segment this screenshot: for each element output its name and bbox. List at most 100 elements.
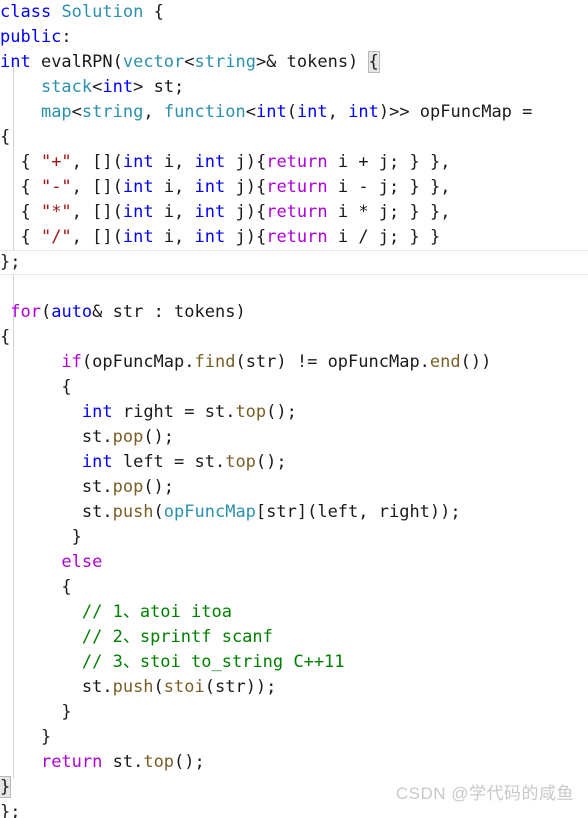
code-token: < xyxy=(245,102,256,122)
code-token: top xyxy=(225,452,256,472)
code-token: : xyxy=(61,27,72,47)
code-line[interactable]: st.push(opFuncMap[str](left, right)); xyxy=(0,500,588,525)
code-line[interactable]: class Solution { xyxy=(0,0,588,25)
code-line[interactable]: // 1、atoi itoa xyxy=(0,600,588,625)
code-token: } xyxy=(0,776,12,798)
code-line[interactable]: } xyxy=(0,725,588,750)
code-line[interactable] xyxy=(0,275,588,300)
csdn-watermark: CSDN @学代码的咸鱼 xyxy=(395,784,574,803)
code-editor[interactable]: class Solution {public: int evalRPN(vecto… xyxy=(0,0,588,818)
code-line[interactable]: return st.top(); xyxy=(0,750,588,775)
code-token: (); xyxy=(143,427,175,447)
code-token: >& tokens) xyxy=(255,52,369,72)
code-line[interactable]: { "-", [](int i, int j){return i - j; } … xyxy=(0,175,588,200)
code-token: i - j; } }, xyxy=(327,177,451,197)
code-line[interactable]: stack<int> st; xyxy=(0,75,588,100)
code-line[interactable]: else xyxy=(0,550,588,575)
code-line[interactable]: { "/", [](int i, int j){return i / j; } … xyxy=(0,225,588,250)
code-line[interactable]: } xyxy=(0,700,588,725)
code-token: auto xyxy=(51,302,93,322)
code-line[interactable]: { xyxy=(0,125,588,150)
code-line[interactable]: int evalRPN(vector<string>& tokens) { xyxy=(0,50,588,75)
code-token: )>> opFuncMap = xyxy=(378,102,533,122)
code-token: , []( xyxy=(71,152,123,172)
code-token: ()) xyxy=(460,352,492,372)
code-token: string xyxy=(194,52,256,72)
code-area[interactable]: class Solution {public: int evalRPN(vecto… xyxy=(0,0,588,818)
code-token: i / j; } } xyxy=(327,227,441,247)
code-line[interactable]: public: xyxy=(0,25,588,50)
code-line[interactable]: st.push(stoi(str)); xyxy=(0,675,588,700)
code-token: ( xyxy=(286,102,297,122)
code-token: }; xyxy=(0,252,21,272)
code-token: end xyxy=(429,352,461,372)
code-token: st. xyxy=(0,477,113,497)
code-token: function xyxy=(163,102,246,122)
code-token: { xyxy=(0,177,41,197)
code-line[interactable]: st.pop(); xyxy=(0,475,588,500)
code-token: int xyxy=(194,202,226,222)
code-token: , xyxy=(327,102,349,122)
code-token: string xyxy=(81,102,144,122)
code-token: int xyxy=(348,102,379,122)
code-token: < xyxy=(71,102,82,122)
code-line[interactable]: map<string, function<int(int, int)>> opF… xyxy=(0,100,588,125)
code-line[interactable]: { xyxy=(0,325,588,350)
code-line[interactable]: { xyxy=(0,375,588,400)
code-line[interactable]: // 3、stoi to_string C++11 xyxy=(0,650,588,675)
code-token: { xyxy=(0,327,11,347)
code-token: "/" xyxy=(40,227,72,247)
code-token: evalRPN( xyxy=(30,52,123,72)
code-token: st. xyxy=(0,677,113,697)
code-token: ( xyxy=(153,502,164,522)
code-token: int xyxy=(296,102,328,122)
code-token: pop xyxy=(112,427,144,447)
code-token: vector xyxy=(122,52,185,72)
code-line[interactable]: int left = st.top(); xyxy=(0,450,588,475)
code-token: (); xyxy=(143,477,175,497)
code-line[interactable]: { "*", [](int i, int j){return i * j; } … xyxy=(0,200,588,225)
code-token: , []( xyxy=(71,202,123,222)
code-token: } xyxy=(0,702,72,722)
code-token: int xyxy=(194,227,226,247)
code-line[interactable]: { "+", [](int i, int j){return i + j; } … xyxy=(0,150,588,175)
code-token: left = st. xyxy=(112,452,226,472)
code-line[interactable]: for(auto& str : tokens) xyxy=(0,300,588,325)
code-token: [str](left, right)); xyxy=(255,502,461,522)
code-line[interactable]: // 2、sprintf scanf xyxy=(0,625,588,650)
code-token: { xyxy=(0,227,41,247)
code-line[interactable]: } xyxy=(0,525,588,550)
code-token: int xyxy=(0,52,31,72)
code-token: { xyxy=(0,202,41,222)
code-token: right = st. xyxy=(112,402,236,422)
code-token: & str : tokens) xyxy=(92,302,246,322)
code-line[interactable]: { xyxy=(0,575,588,600)
code-token: "-" xyxy=(40,177,72,197)
code-token: (); xyxy=(255,452,287,472)
code-token: // 2、sprintf scanf xyxy=(81,627,273,647)
code-token: int xyxy=(81,402,113,422)
code-line[interactable]: }; xyxy=(0,250,588,275)
code-token: , xyxy=(143,102,164,122)
code-token: // 3、stoi to_string C++11 xyxy=(81,652,345,672)
code-token: st. xyxy=(0,502,113,522)
code-line[interactable]: st.pop(); xyxy=(0,425,588,450)
code-token: j){ xyxy=(225,152,267,172)
code-line[interactable]: if(opFuncMap.find(str) != opFuncMap.end(… xyxy=(0,350,588,375)
code-token: int xyxy=(122,177,154,197)
code-token: st. xyxy=(0,427,113,447)
code-token: < xyxy=(92,77,103,97)
code-token: "*" xyxy=(40,202,72,222)
code-token: st. xyxy=(102,752,144,772)
code-token: // 1、atoi itoa xyxy=(81,602,232,622)
code-line[interactable]: int right = st.top(); xyxy=(0,400,588,425)
